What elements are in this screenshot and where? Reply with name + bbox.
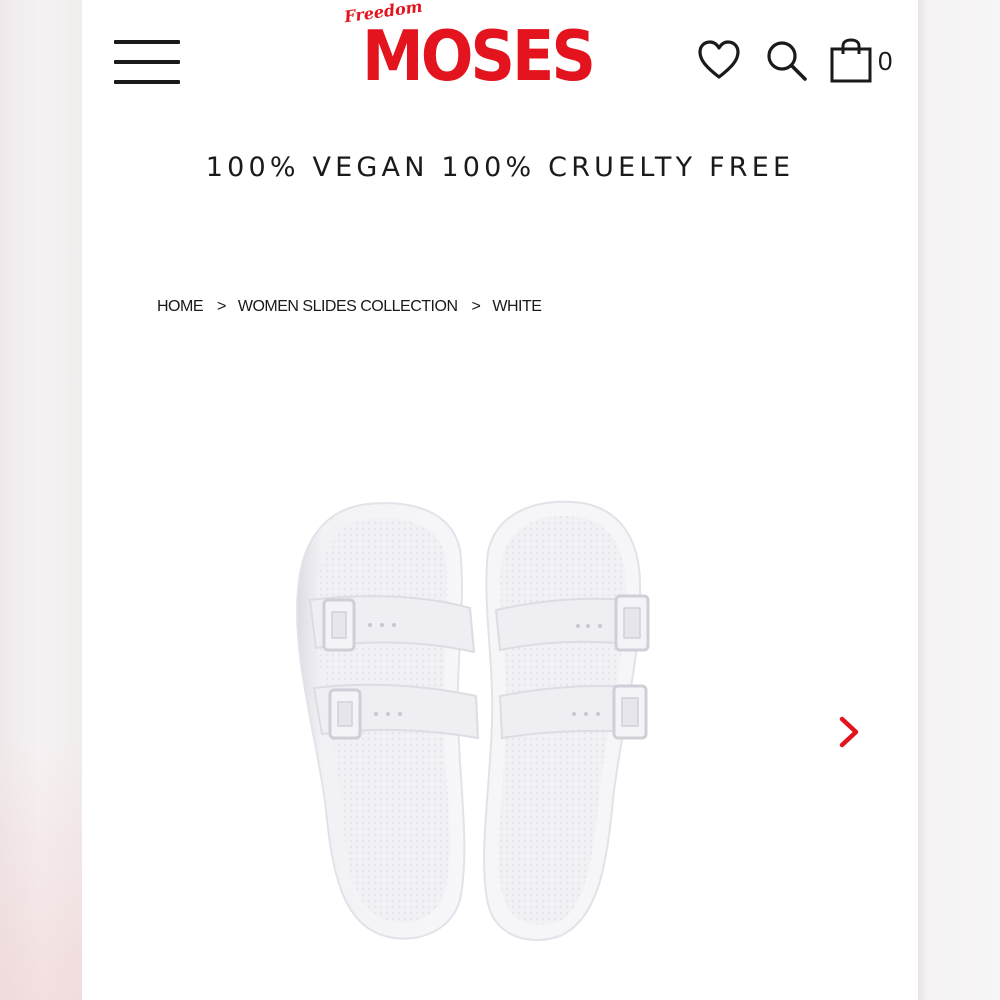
shopping-bag-icon[interactable] bbox=[830, 38, 872, 84]
menu-bar bbox=[114, 40, 180, 44]
brand-logo[interactable]: Freedom MOSES bbox=[343, 0, 642, 100]
chevron-right-icon[interactable] bbox=[834, 714, 864, 750]
promo-tagline: 100% VEGAN 100% CRUELTY FREE bbox=[205, 152, 795, 183]
logo-wordmark: MOSES bbox=[362, 15, 596, 98]
heart-icon[interactable] bbox=[696, 38, 742, 84]
right-gutter bbox=[918, 0, 1000, 1000]
hamburger-menu-icon[interactable] bbox=[114, 40, 180, 86]
menu-bar bbox=[114, 60, 180, 64]
cart-count-badge[interactable]: 0 bbox=[878, 46, 892, 77]
breadcrumb: HOME > WOMEN SLIDES COLLECTION > WHITE bbox=[157, 298, 542, 316]
breadcrumb-home[interactable]: HOME bbox=[157, 298, 204, 316]
product-image[interactable] bbox=[270, 490, 700, 950]
menu-bar bbox=[114, 80, 180, 84]
breadcrumb-separator: > bbox=[217, 298, 226, 315]
breadcrumb-separator: > bbox=[471, 298, 481, 315]
left-gutter-shade bbox=[0, 740, 82, 1000]
search-icon[interactable] bbox=[764, 38, 810, 84]
breadcrumb-current: WHITE bbox=[492, 298, 542, 315]
breadcrumb-collection[interactable]: WOMEN SLIDES COLLECTION bbox=[238, 298, 458, 316]
